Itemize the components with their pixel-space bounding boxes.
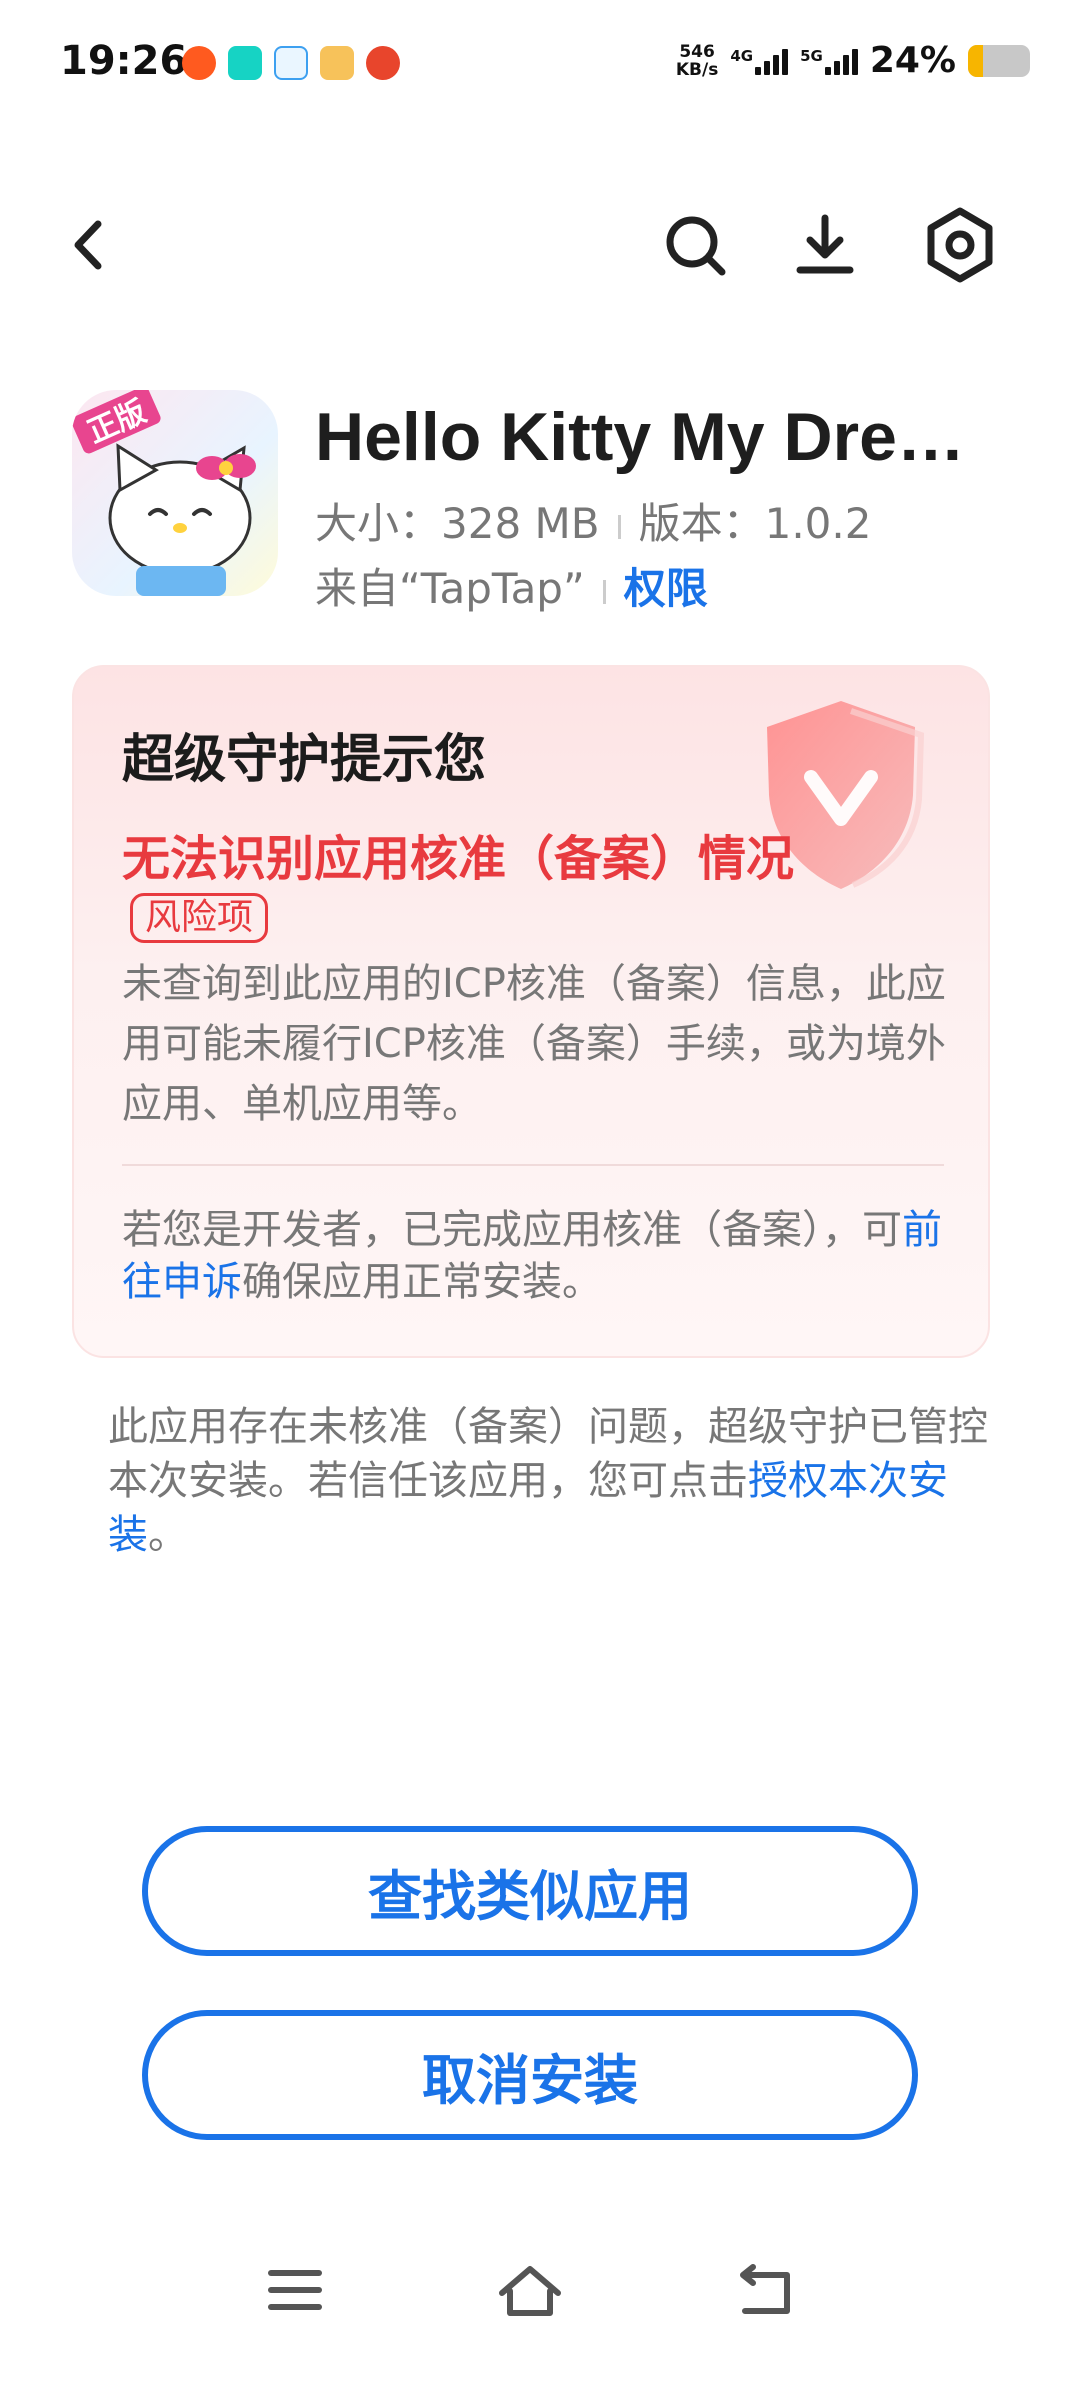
size-label: 大小： (315, 499, 442, 548)
app-source: 来自“TapTap” (315, 564, 585, 613)
permissions-link[interactable]: 权限 (624, 564, 708, 613)
network-speed-unit: KB/s (675, 59, 719, 80)
app-meta-size-version: 大小：328 MB 版本：1.0.2 (315, 490, 871, 551)
settings-icon[interactable] (920, 205, 1000, 285)
warning-headline: 无法识别应用核准（备案）情况 (122, 831, 795, 887)
developer-note: 若您是开发者，已完成应用核准（备案），可前往申诉确保应用正常安装。 (122, 1204, 962, 1308)
battery-percent: 24% (869, 40, 956, 81)
developer-note-text-end: 确保应用正常安装。 (242, 1259, 602, 1305)
hello-kitty-illustration: 正版 (72, 390, 256, 596)
version-value: 1.0.2 (764, 499, 872, 548)
home-icon[interactable] (490, 2255, 570, 2325)
recent-apps-icon[interactable] (255, 2255, 335, 2325)
risk-badge: 风险项 (130, 893, 269, 943)
game-notification-icon (320, 46, 354, 80)
network-speed: 546 KB/s (676, 43, 718, 79)
developer-note-text: 若您是开发者，已完成应用核准（备案），可 (122, 1207, 902, 1253)
taptap-notification-icon (228, 46, 262, 80)
app-notification-icon (182, 46, 216, 80)
divider (122, 1164, 944, 1166)
network-type-label: 5G (800, 46, 823, 65)
back-icon[interactable] (60, 210, 120, 280)
signal-bars-icon (824, 47, 858, 75)
separator (617, 514, 621, 539)
network-speed-value: 546 (679, 41, 715, 62)
app-icon: 正版 (72, 390, 278, 596)
separator (602, 579, 606, 604)
status-time: 19:26 (60, 38, 188, 84)
install-guard-screen: 19:26 546 KB/s 4G 5G 24% 正版 Hello Kitty … (0, 0, 1080, 2392)
battery-icon (968, 44, 1030, 77)
warning-description: 未查询到此应用的ICP核准（备案）信息，此应用可能未履行ICP核准（备案）手续，… (122, 961, 946, 1127)
back-nav-icon[interactable] (725, 2255, 805, 2325)
notification-icons (182, 46, 400, 80)
app-meta-source: 来自“TapTap” 权限 (315, 555, 708, 616)
signal-5g: 5G (800, 47, 858, 75)
signal-4g: 4G (730, 46, 789, 75)
find-similar-apps-button[interactable]: 查找类似应用 (142, 1826, 918, 1956)
install-blocked-notice: 此应用存在未核准（备案）问题，超级守护已管控本次安装。若信任该应用，您可点击授权… (108, 1400, 988, 1562)
warning-title: 超级守护提示您 (122, 730, 487, 790)
network-type-label: 4G (730, 46, 754, 65)
download-icon[interactable] (790, 210, 860, 280)
app-name: Hello Kitty My Dre… (315, 399, 965, 475)
notice-end: 。 (148, 1512, 188, 1558)
version-label: 版本： (638, 499, 765, 548)
signal-bars-icon (755, 47, 789, 75)
app-notification-icon (366, 46, 400, 80)
cancel-install-button[interactable]: 取消安装 (142, 2010, 918, 2140)
search-icon[interactable] (660, 210, 730, 280)
size-value: 328 MB (441, 499, 600, 548)
battery-fill (968, 44, 983, 77)
status-indicators: 546 KB/s 4G 5G 24% (676, 40, 1030, 81)
security-warning-card: 超级守护提示您 无法识别应用核准（备案）情况 风险项 未查询到此应用的ICP核准… (72, 665, 990, 1358)
app-notification-icon (274, 46, 308, 80)
status-bar: 19:26 546 KB/s 4G 5G 24% (0, 0, 1080, 130)
